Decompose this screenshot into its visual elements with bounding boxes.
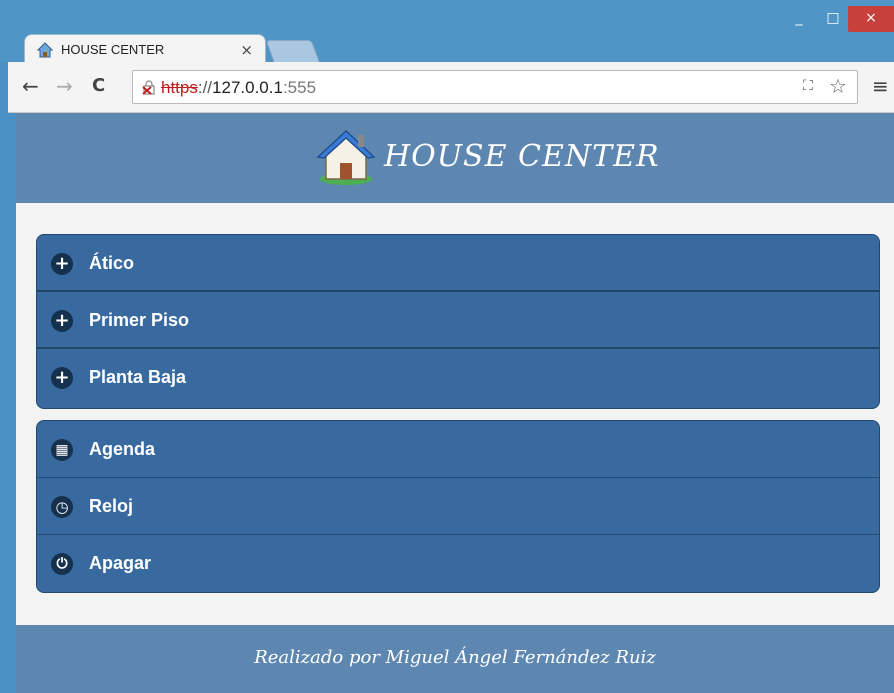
app-title: HOUSE CENTER bbox=[384, 139, 660, 174]
calendar-icon: ▦ bbox=[51, 439, 73, 461]
plus-icon: + bbox=[51, 253, 73, 275]
footer-credit: Realizado por Miguel Ángel Fernández Rui… bbox=[254, 647, 656, 668]
house-logo-icon bbox=[316, 129, 376, 185]
menu-item-label: Reloj bbox=[89, 496, 134, 516]
insecure-lock-icon bbox=[142, 80, 155, 95]
url-host: 127.0.0.1 bbox=[212, 78, 283, 97]
menu-item-apagar[interactable]: ⏻ Apagar bbox=[37, 535, 879, 592]
back-arrow-icon[interactable]: ← bbox=[22, 74, 39, 98]
menu-item-primer-piso[interactable]: + Primer Piso bbox=[37, 292, 879, 349]
plus-icon: + bbox=[51, 310, 73, 332]
close-window-button[interactable]: × bbox=[848, 6, 894, 32]
menu-item-label: Agenda bbox=[89, 439, 156, 459]
menu-item-atico[interactable]: + Ático bbox=[37, 235, 879, 292]
bookmark-star-icon[interactable]: ☆ bbox=[829, 74, 847, 98]
page-header: HOUSE CENTER bbox=[16, 113, 894, 203]
forward-arrow-icon[interactable]: → bbox=[56, 74, 73, 98]
menu-item-agenda[interactable]: ▦ Agenda bbox=[37, 421, 879, 478]
menu-item-label: Planta Baja bbox=[89, 367, 187, 387]
url-port: :555 bbox=[282, 78, 317, 97]
maximize-button[interactable]: □ bbox=[818, 6, 848, 32]
url-scheme: https bbox=[161, 78, 198, 97]
browser-tab[interactable]: HOUSE CENTER × bbox=[24, 34, 266, 65]
house-favicon-icon bbox=[37, 42, 53, 58]
url-text: https://127.0.0.1:555 bbox=[161, 78, 316, 98]
address-bar[interactable]: https://127.0.0.1:555 ⛶ ☆ bbox=[132, 70, 858, 104]
minimize-button[interactable]: _ bbox=[784, 6, 814, 32]
reload-icon[interactable]: C bbox=[92, 75, 105, 96]
power-icon: ⏻ bbox=[51, 553, 73, 575]
translate-icon[interactable]: ⛶ bbox=[803, 78, 813, 94]
window-titlebar: _ □ × HOUSE CENTER × bbox=[0, 0, 894, 65]
page-content: HOUSE CENTER + Ático + Primer Piso + Pla… bbox=[16, 113, 894, 693]
new-tab-button[interactable] bbox=[265, 40, 321, 64]
menu-item-label: Primer Piso bbox=[89, 310, 190, 330]
tab-close-icon[interactable]: × bbox=[240, 41, 253, 59]
clock-icon: ◷ bbox=[51, 496, 73, 518]
tab-title: HOUSE CENTER bbox=[61, 42, 165, 57]
browser-toolbar: ← → C https://127.0.0.1:555 ⛶ ☆ ≡ bbox=[8, 62, 894, 113]
floors-menu: + Ático + Primer Piso + Planta Baja bbox=[36, 234, 880, 409]
menu-item-reloj[interactable]: ◷ Reloj bbox=[37, 478, 879, 535]
menu-item-planta-baja[interactable]: + Planta Baja bbox=[37, 349, 879, 406]
page-footer: Realizado por Miguel Ángel Fernández Rui… bbox=[16, 625, 894, 693]
url-separator: :// bbox=[197, 78, 213, 97]
tools-menu: ▦ Agenda ◷ Reloj ⏻ Apagar bbox=[36, 420, 880, 593]
plus-icon: + bbox=[51, 367, 73, 389]
menu-item-label: Apagar bbox=[89, 553, 152, 573]
browser-menu-icon[interactable]: ≡ bbox=[872, 74, 889, 98]
menu-item-label: Ático bbox=[89, 253, 134, 273]
